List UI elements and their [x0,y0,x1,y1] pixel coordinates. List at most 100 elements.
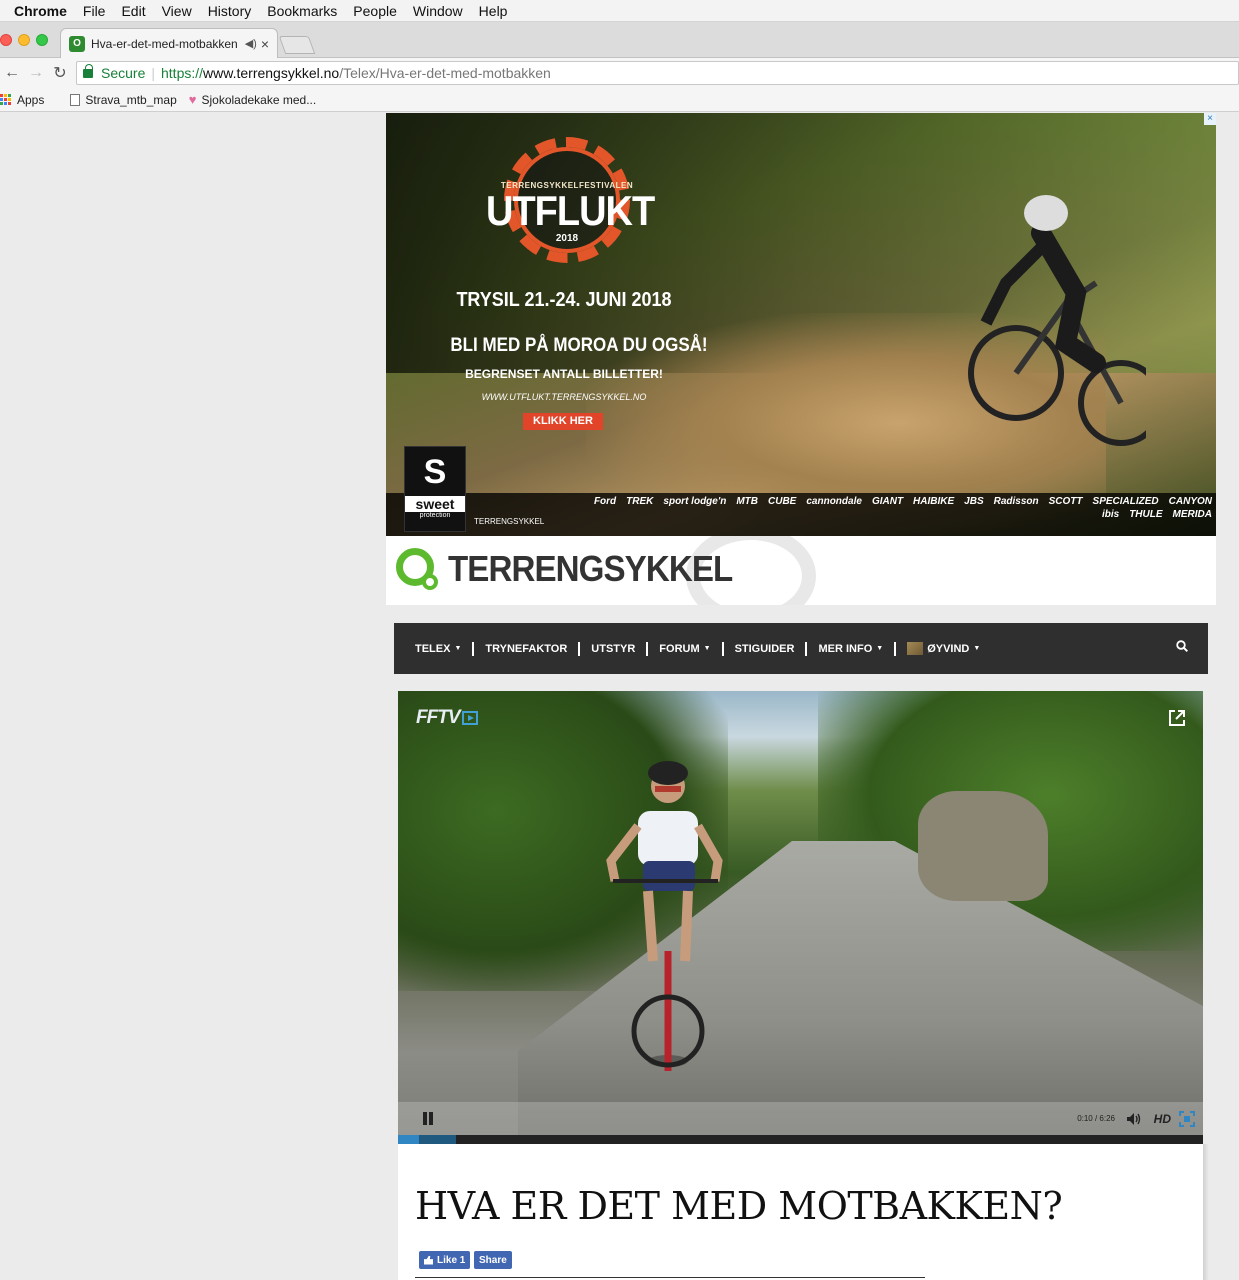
external-link-icon[interactable] [1167,708,1187,728]
fftv-play-icon [461,710,478,725]
page-content: × TERRENGSYKKELFESTIVALEN UTFLUKT 2018 T… [0,113,1239,1280]
caret-down-icon: ▼ [703,645,711,652]
forward-icon[interactable]: → [24,64,48,82]
video-controls-bar: 0:10 / 6:26 HD [398,1102,1203,1135]
reload-icon[interactable]: ↻ [48,63,72,83]
sponsor-logo: THULE [1129,509,1163,520]
menu-view[interactable]: View [154,3,200,19]
menu-bookmarks[interactable]: Bookmarks [259,3,345,19]
tab-audio-icon[interactable]: ◀) [245,37,257,50]
sponsor-logo: CANYON [1168,496,1212,507]
apps-grid-icon [0,93,12,106]
bookmark-strava[interactable]: Strava_mtb_map [70,92,177,107]
content-edge-shadow [1203,1144,1209,1280]
video-progress-buffered [418,1135,456,1144]
menu-history[interactable]: History [200,3,260,19]
nav-divider [578,641,581,656]
share-label: Share [479,1254,507,1266]
sponsor-logo: sport lodge'n [663,496,727,507]
bookmarks-bar: Apps Strava_mtb_map ♥ Sjokoladekake med.… [0,88,1239,112]
caret-down-icon: ▼ [454,645,462,652]
menu-window[interactable]: Window [405,3,471,19]
nav-item-utstyr[interactable]: UTSTYR [591,643,635,655]
nav-item-telex[interactable]: TELEX ▼ [415,643,461,655]
hd-toggle[interactable]: HD [1154,1112,1171,1126]
new-tab-button[interactable] [278,36,316,54]
bookmark-label: Sjokoladekake med... [201,92,317,107]
sweet-sub: protection [419,512,451,519]
nav-divider [646,641,649,656]
nav-divider [805,641,808,656]
sponsor-logo: HAIBIKE [913,496,955,507]
bookmark-label: Strava_mtb_map [85,92,177,107]
address-bar[interactable]: Secure | https:// www.terrengsykkel.no /… [76,61,1239,85]
menu-app-chrome[interactable]: Chrome [0,3,75,19]
menu-edit[interactable]: Edit [113,3,153,19]
window-zoom-button[interactable] [36,34,48,46]
sweet-s-icon: S [423,453,447,491]
caret-down-icon: ▼ [973,645,981,652]
menu-help[interactable]: Help [471,3,516,19]
article-header: HVA ER DET MED MOTBAKKEN? Like 1 Share [398,1144,1203,1280]
article-divider [415,1277,925,1278]
video-player[interactable]: FFTV 0:10 / 6:26 HD [398,691,1203,1144]
search-icon[interactable] [1176,640,1188,652]
tab-close-icon[interactable]: × [261,36,269,52]
heart-icon: ♥ [188,92,197,107]
bookmark-sjokoladekake[interactable]: ♥ Sjokoladekake med... [189,92,316,107]
url-host: www.terrengsykkel.no [203,65,340,81]
back-icon[interactable]: ← [0,64,24,82]
site-logo-text: TERRENGSYKKEL [448,548,733,589]
ad-limited-tickets: BEGRENSET ANTALL BILLETTER! [465,367,663,381]
mac-menubar: Chrome File Edit View History Bookmarks … [0,0,1239,22]
bookmark-label: Apps [17,92,45,107]
logo-small-gear-icon [422,574,438,590]
sweet-protection-logo: S sweet protection [404,446,466,532]
menu-people[interactable]: People [345,3,405,19]
nav-label: TELEX [415,642,451,655]
sponsor-logo: SPECIALIZED [1092,496,1159,507]
address-separator: | [151,65,155,81]
video-progress-bar[interactable] [398,1135,1203,1144]
ad-tagline: BLI MED PÅ MOROA DU OGSÅ! [450,333,708,356]
article-title: HVA ER DET MED MOTBAKKEN? [415,1184,1063,1228]
sponsor-logo: GIANT [871,496,904,507]
nav-label: MER INFO [818,642,873,655]
bookmark-apps[interactable]: Apps [0,93,44,107]
user-avatar [907,642,924,655]
tab-title: Hva-er-det-med-motbakken [91,36,238,51]
ad-cta-button[interactable]: KLIKK HER [523,413,603,430]
site-header-logo[interactable]: TERRENGSYKKEL [386,536,1216,605]
ad-close-icon[interactable]: × [1204,113,1216,125]
nav-user-label: ØYVIND [927,642,970,655]
volume-icon[interactable] [1125,1111,1141,1127]
nav-item-mer-info[interactable]: MER INFO ▼ [818,643,883,655]
nav-item-user[interactable]: ØYVIND ▼ [907,642,980,655]
fftv-logo: FFTV [416,707,478,729]
tab-favicon-icon: O [69,35,85,52]
ad-url: WWW.UTFLUKT.TERRENGSYKKEL.NO [481,392,647,402]
sponsor-logo: SCOTT [1048,496,1083,507]
tab-strip: O Hva-er-det-med-motbakken ◀) × [0,22,1239,58]
sweet-word: sweet [405,496,465,512]
pause-icon[interactable] [422,1112,434,1125]
facebook-share-button[interactable]: Share [474,1251,512,1269]
ad-date: TRYSIL 21.-24. JUNI 2018 [456,287,672,311]
festival-ad-banner[interactable]: × TERRENGSYKKELFESTIVALEN UTFLUKT 2018 T… [386,113,1216,536]
sponsor-logo: MTB [736,496,759,507]
ad-utflukt-title: UTFLUKT [486,188,655,236]
ad-rider-illustration [968,195,1146,446]
sponsor-logo: cannondale [806,496,862,507]
fullscreen-icon[interactable] [1179,1111,1195,1127]
main-nav: TELEX ▼ TRYNEFAKTOR UTSTYR FORUM ▼ STIGU… [394,623,1208,674]
nav-item-stiguider[interactable]: STIGUIDER [735,643,795,655]
nav-item-forum[interactable]: FORUM ▼ [659,643,710,655]
browser-tab-active[interactable]: O Hva-er-det-med-motbakken ◀) × [60,28,278,58]
window-close-button[interactable] [0,34,12,46]
window-minimize-button[interactable] [18,34,30,46]
nav-item-trynefaktor[interactable]: TRYNEFAKTOR [485,643,567,655]
menu-file[interactable]: File [75,3,114,19]
url-scheme: https:// [161,65,204,81]
thumbs-up-icon [424,1255,433,1265]
facebook-like-button[interactable]: Like 1 [419,1251,471,1269]
